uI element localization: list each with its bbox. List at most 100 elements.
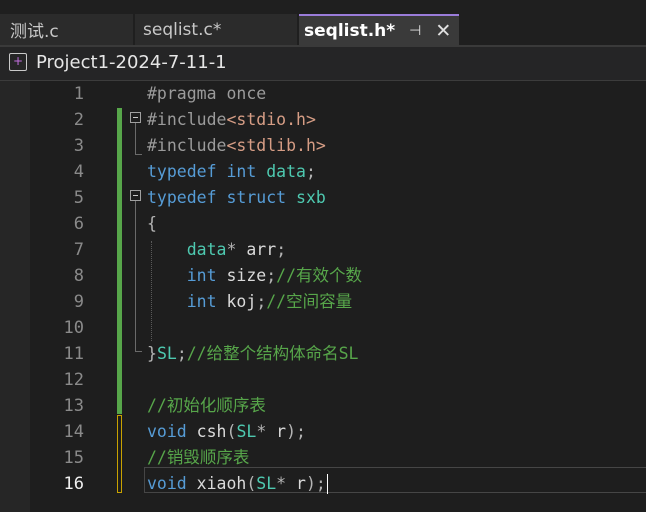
code-line[interactable]: 12 — [0, 367, 646, 393]
code-token: ; — [256, 292, 267, 311]
code-token: int — [186, 266, 217, 285]
code-token: ( — [246, 474, 257, 493]
code-token: r — [266, 422, 287, 441]
line-number: 7 — [73, 240, 84, 260]
code-token: csh — [186, 422, 227, 441]
text-caret — [326, 474, 328, 494]
tab-seqlist-c[interactable]: seqlist.c* — [135, 14, 297, 45]
code-token: ; — [305, 162, 316, 181]
code-line[interactable]: 1 #pragma once — [0, 81, 646, 107]
code-token: //空间容量 — [266, 292, 353, 311]
code-token: //有效个数 — [276, 266, 363, 285]
code-line[interactable]: 7 data* arr; — [0, 237, 646, 263]
code-line[interactable]: 3 #include<stdlib.h> — [0, 133, 646, 159]
code-editor[interactable]: 1 #pragma once 2 #include<stdio.h> 3 #include… — [0, 81, 646, 512]
code-token: data — [186, 240, 227, 259]
line-number: 4 — [73, 162, 84, 182]
project-navigation-bar: + Project1-2024-7-11-1 — [0, 47, 646, 81]
code-token: data — [266, 162, 306, 181]
code-line[interactable]: 6{ — [0, 211, 646, 237]
code-token: koj — [216, 292, 257, 311]
code-token: <stdio.h> — [226, 110, 316, 129]
code-text: data* arr; — [147, 237, 286, 263]
code-line[interactable]: 15 //销毁顺序表 — [0, 445, 646, 471]
code-text: //销毁顺序表 — [147, 445, 249, 471]
pin-icon[interactable]: ⊣ — [409, 23, 421, 39]
code-token: ); — [305, 474, 326, 493]
code-text: void xiaoh(SL* r); — [147, 471, 326, 497]
code-token: } — [147, 344, 157, 363]
tab-test-c[interactable]: 测试.c — [0, 14, 133, 45]
code-token: SL — [236, 422, 257, 441]
code-text: }SL;//给整个结构体命名SL — [147, 341, 359, 367]
code-token: ); — [286, 422, 306, 441]
line-number: 8 — [73, 266, 84, 286]
code-token: typedef — [147, 188, 217, 207]
line-number: 13 — [63, 396, 84, 416]
tab-label: 测试.c — [10, 22, 59, 42]
code-line[interactable]: 4 typedef int data; — [0, 159, 646, 185]
line-number: 6 — [73, 214, 84, 234]
code-token: * — [226, 240, 237, 259]
code-token: size — [216, 266, 267, 285]
code-line[interactable]: 8 int size;//有效个数 — [0, 263, 646, 289]
code-text: int koj;//空间容量 — [147, 289, 352, 315]
code-token: sxb — [296, 188, 326, 207]
code-line[interactable]: 9 int koj;//空间容量 — [0, 289, 646, 315]
code-token: typedef — [147, 162, 217, 181]
project-dropdown[interactable]: Project1-2024-7-11-1 — [36, 52, 227, 73]
line-number: 3 — [73, 136, 84, 156]
code-text: void csh(SL* r); — [147, 419, 306, 445]
code-token: #pragma once — [147, 84, 267, 103]
line-number: 12 — [63, 370, 84, 390]
code-line[interactable]: 14 void csh(SL* r); — [0, 419, 646, 445]
document-tab-strip: 测试.c seqlist.c* seqlist.h* ⊣ ✕ — [0, 0, 646, 45]
code-line[interactable]: 10 — [0, 315, 646, 341]
code-token: struct — [226, 188, 287, 207]
code-token: ; — [176, 344, 187, 363]
code-line[interactable]: 2 #include<stdio.h> — [0, 107, 646, 133]
code-line[interactable]: 16 void xiaoh(SL* r); — [0, 471, 646, 497]
code-token: void — [147, 474, 187, 493]
code-token: <stdlib.h> — [226, 136, 326, 155]
tab-seqlist-h[interactable]: seqlist.h* ⊣ ✕ — [299, 14, 459, 45]
line-number: 14 — [63, 422, 84, 442]
code-text: { — [147, 211, 157, 237]
code-token: r — [286, 474, 306, 493]
code-token: * — [276, 474, 287, 493]
code-token: #include — [147, 110, 227, 129]
line-number: 1 — [73, 84, 84, 104]
close-icon[interactable]: ✕ — [435, 20, 451, 42]
code-token: ( — [226, 422, 237, 441]
line-number: 15 — [63, 448, 84, 468]
code-token: * — [256, 422, 267, 441]
code-token: #include — [147, 136, 227, 155]
code-line[interactable]: 11}SL;//给整个结构体命名SL — [0, 341, 646, 367]
cpp-project-icon: + — [9, 53, 27, 71]
line-number: 2 — [73, 110, 84, 130]
code-text: int size;//有效个数 — [147, 263, 362, 289]
code-token: //初始化顺序表 — [147, 396, 266, 415]
code-token: void — [147, 422, 187, 441]
code-text: #pragma once — [147, 81, 266, 107]
code-line[interactable]: 5 typedef struct sxb — [0, 185, 646, 211]
code-token: xiaoh — [186, 474, 247, 493]
code-token: ; — [276, 240, 287, 259]
code-token: { — [147, 214, 157, 233]
code-token: int — [186, 292, 217, 311]
line-number: 16 — [63, 474, 84, 494]
code-token: SL — [156, 344, 177, 363]
code-line[interactable]: 13 //初始化顺序表 — [0, 393, 646, 419]
code-text: #include<stdio.h> — [147, 107, 316, 133]
code-text: #include<stdlib.h> — [147, 133, 326, 159]
code-token: int — [226, 162, 257, 181]
tab-label: seqlist.c* — [143, 19, 222, 40]
code-token: SL — [256, 474, 277, 493]
line-number: 5 — [73, 188, 84, 208]
line-number: 10 — [63, 318, 84, 338]
code-text: typedef int data; — [147, 159, 316, 185]
